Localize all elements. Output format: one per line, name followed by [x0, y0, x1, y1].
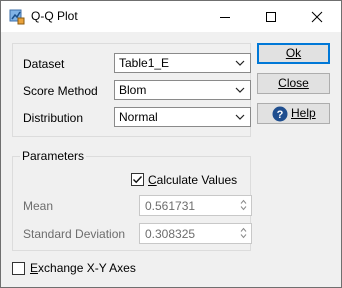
qq-plot-icon: [9, 9, 25, 25]
svg-text:?: ?: [277, 109, 284, 121]
help-button-label: Help: [291, 106, 316, 120]
calculate-values-label: Calculate Values: [148, 173, 238, 187]
title-bar: Q-Q Plot: [1, 1, 341, 32]
std-spinner[interactable]: 0.308325: [139, 223, 252, 244]
minimize-button[interactable]: [202, 1, 248, 32]
mean-spinner[interactable]: 0.561731: [139, 195, 252, 216]
chevron-down-icon: [235, 114, 245, 120]
maximize-icon: [266, 12, 276, 22]
distribution-label: Distribution: [23, 111, 84, 125]
help-button[interactable]: ? Help: [257, 103, 330, 124]
dataset-value: Table1_E: [119, 56, 170, 70]
parameters-group: Parameters Calculate Values Mean 0.56173…: [12, 149, 252, 251]
exchange-axes-checkbox[interactable]: [12, 262, 25, 275]
distribution-value: Normal: [119, 110, 158, 124]
ok-button-label: Ok: [285, 46, 302, 60]
maximize-button[interactable]: [248, 1, 294, 32]
score-method-label: Score Method: [23, 84, 98, 98]
dataset-label: Dataset: [23, 57, 65, 71]
spinner-arrows-icon: [240, 199, 247, 211]
calculate-values-checkbox[interactable]: [131, 173, 144, 186]
chevron-down-icon: [235, 60, 245, 66]
dataset-select[interactable]: Table1_E: [114, 53, 251, 73]
exchange-axes-label: Exchange X-Y Axes: [30, 261, 136, 275]
mean-value: 0.561731: [145, 199, 196, 213]
parameters-title: Parameters: [20, 149, 87, 163]
close-button-label: Close: [278, 76, 309, 90]
dataset-group: Dataset Table1_E Score Method Blom Distr…: [12, 43, 251, 137]
window-title: Q-Q Plot: [31, 9, 78, 23]
qq-plot-dialog: Q-Q Plot Dataset Table1_E Score Method B…: [0, 0, 342, 288]
checkmark-icon: [133, 176, 143, 184]
minimize-icon: [220, 17, 230, 18]
std-label: Standard Deviation: [23, 227, 126, 241]
close-window-button[interactable]: [294, 1, 340, 32]
exchange-axes-label-rest: xchange X-Y Axes: [38, 261, 136, 275]
score-method-value: Blom: [119, 83, 147, 97]
ok-button[interactable]: Ok: [257, 43, 330, 64]
distribution-select[interactable]: Normal: [114, 107, 251, 127]
close-button[interactable]: Close: [257, 73, 330, 94]
help-question-icon: ?: [272, 106, 288, 122]
spinner-arrows-icon: [240, 227, 247, 239]
calculate-values-label-rest: alculate Values: [156, 173, 238, 187]
mean-label: Mean: [23, 199, 54, 213]
std-value: 0.308325: [145, 227, 196, 241]
close-icon: [311, 11, 323, 23]
score-method-select[interactable]: Blom: [114, 80, 251, 100]
chevron-down-icon: [235, 87, 245, 93]
